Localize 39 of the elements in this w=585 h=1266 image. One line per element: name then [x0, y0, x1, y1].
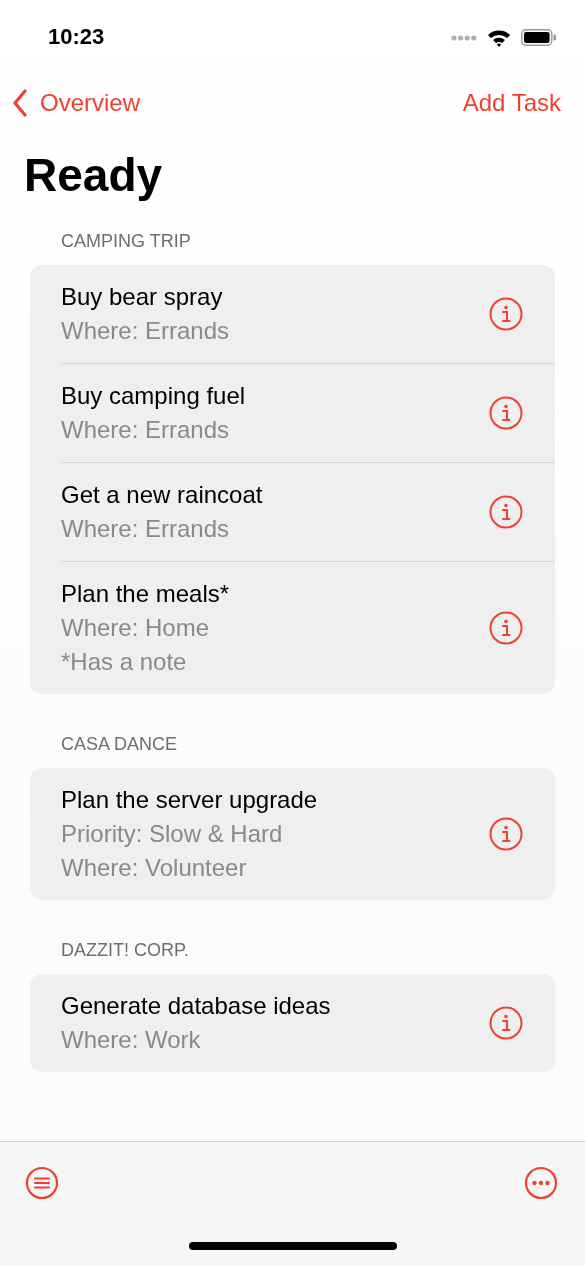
- task-detail: Where: Errands: [61, 415, 231, 445]
- task-title: Plan the server upgrade: [61, 785, 319, 815]
- status-time: 10:23: [48, 23, 105, 50]
- task-row[interactable]: Generate database ideas Where: Work: [61, 974, 555, 1072]
- info-icon[interactable]: [489, 817, 523, 851]
- task-title: Buy camping fuel: [61, 381, 247, 411]
- task-row[interactable]: Plan the server upgrade Priority: Slow & Hard Where: Volunteer: [61, 768, 555, 900]
- task-detail: Where: Errands: [61, 514, 231, 544]
- more-icon[interactable]: [524, 1166, 558, 1200]
- info-icon[interactable]: [489, 1006, 523, 1040]
- info-icon[interactable]: [489, 396, 523, 430]
- info-icon[interactable]: [489, 297, 523, 331]
- task-title: Get a new raincoat: [61, 480, 264, 510]
- task-detail: Where: Home: [61, 613, 211, 643]
- task-detail: *Has a note: [61, 647, 188, 677]
- back-button[interactable]: Overview: [12, 89, 141, 117]
- task-title: Generate database ideas: [61, 991, 332, 1021]
- task-row[interactable]: Buy bear spray Where: Errands: [61, 265, 555, 364]
- list-icon[interactable]: [25, 1166, 59, 1200]
- task-detail: Priority: Slow & Hard: [61, 819, 284, 849]
- task-title: Plan the meals*: [61, 579, 231, 609]
- wifi-icon: [487, 28, 511, 47]
- info-icon[interactable]: [489, 495, 523, 529]
- section-header: CAMPING TRIP: [60, 231, 192, 252]
- task-row[interactable]: Buy camping fuel Where: Errands: [61, 364, 555, 463]
- chevron-left-icon: [12, 89, 28, 117]
- task-detail: Where: Errands: [61, 316, 231, 346]
- add-task-button[interactable]: Add Task: [462, 89, 561, 117]
- info-icon[interactable]: [489, 611, 523, 645]
- page-title: Ready: [24, 148, 164, 203]
- task-detail: Where: Volunteer: [61, 853, 248, 883]
- section-header: DAZZIT! CORP.: [60, 940, 190, 961]
- task-row[interactable]: Get a new raincoat Where: Errands: [61, 463, 555, 562]
- task-row[interactable]: Plan the meals* Where: Home *Has a note: [61, 562, 555, 694]
- signal-icon: [451, 34, 477, 41]
- battery-icon: [521, 29, 557, 46]
- task-detail: Where: Work: [61, 1025, 202, 1055]
- task-title: Buy bear spray: [61, 282, 224, 312]
- section-header: CASA DANCE: [60, 734, 179, 755]
